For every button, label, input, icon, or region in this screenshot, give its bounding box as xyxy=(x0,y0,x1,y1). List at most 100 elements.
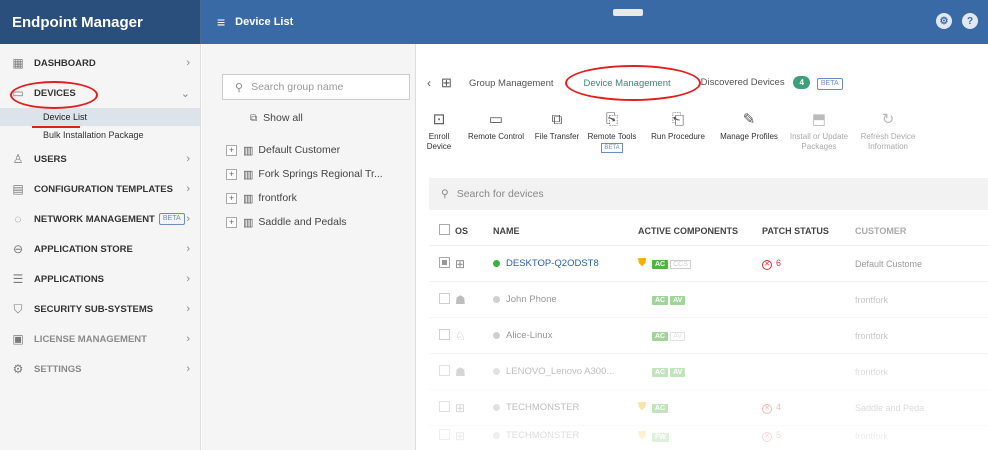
building-icon: ▥ xyxy=(243,216,254,229)
device-search-input[interactable]: ⚲ Search for devices xyxy=(429,178,988,210)
enroll-device-button[interactable]: ⊡ Enroll Device xyxy=(417,108,461,164)
row-checkbox[interactable] xyxy=(439,292,450,304)
group-item[interactable]: + ▥ Fork Springs Regional Tr... xyxy=(226,162,383,186)
tool-label: Install or Update xyxy=(789,132,849,141)
column-header-patch-status[interactable]: PATCH STATUS xyxy=(762,226,855,236)
tab-device-management[interactable]: Device Management xyxy=(584,78,671,89)
row-checkbox[interactable] xyxy=(439,328,450,340)
row-checkbox[interactable] xyxy=(439,256,450,268)
dashboard-icon: ▦ xyxy=(12,56,24,70)
tab-group-management[interactable]: Group Management xyxy=(469,78,554,89)
file-transfer-button[interactable]: ⧉ File Transfer xyxy=(531,108,583,164)
sidebar-item-settings[interactable]: ⚙ SETTINGS › xyxy=(0,354,200,384)
discovered-count-badge: 4 xyxy=(793,76,811,89)
component-badge-ac: AC xyxy=(652,368,669,377)
run-procedure-button[interactable]: ⎗ Run Procedure xyxy=(641,108,715,164)
column-header-active-components[interactable]: ACTIVE COMPONENTS xyxy=(638,226,762,236)
patch-count: 5 xyxy=(776,430,782,440)
refresh-device-information-button[interactable]: ↻ Refresh Device Information xyxy=(855,108,921,164)
sidebar-item-dashboard[interactable]: ▦ DASHBOARD › xyxy=(0,48,200,78)
group-search-input[interactable]: ⚲ Search group name xyxy=(222,74,410,100)
linux-icon: ♘ xyxy=(455,328,466,343)
row-checkbox[interactable] xyxy=(439,429,450,440)
sidebar-subitem-device-list[interactable]: Device List xyxy=(0,108,200,126)
main-content: ‹ ⊞ Group Management Device Management D… xyxy=(417,44,988,450)
patch-status[interactable]: ✕ 5 xyxy=(762,430,782,442)
customer-name: Saddle and Peda xyxy=(855,402,925,413)
device-name-link[interactable]: TECHMONSTER xyxy=(506,402,579,413)
device-name-link[interactable]: LENOVO_Lenovo A300... xyxy=(506,366,614,377)
column-header-os[interactable]: OS xyxy=(455,226,493,236)
device-name-link[interactable]: John Phone xyxy=(506,294,557,305)
tool-label: Refresh Device xyxy=(860,132,916,141)
group-label: Fork Springs Regional Tr... xyxy=(258,168,383,180)
sidebar-item-network-management[interactable]: ◌ NETWORK MANAGEMENT BETA › xyxy=(0,204,200,234)
group-label: Default Customer xyxy=(258,144,341,156)
sidebar-item-applications[interactable]: ☰ APPLICATIONS › xyxy=(0,264,200,294)
tab-discovered-devices[interactable]: Discovered Devices 4 BETA xyxy=(701,76,843,90)
table-row[interactable]: ♘ Alice-Linux AC AV frontfork xyxy=(429,318,988,354)
offline-status-icon xyxy=(493,432,500,440)
shield-warning-icon: ⛊ xyxy=(638,429,647,442)
column-header-customer[interactable]: CUSTOMER xyxy=(855,226,988,236)
patch-status[interactable]: ✕ 6 xyxy=(762,258,781,270)
device-search-placeholder: Search for devices xyxy=(456,188,544,200)
column-header-name[interactable]: NAME xyxy=(493,226,638,236)
sidebar-item-license-management[interactable]: ▣ LICENSE MANAGEMENT › xyxy=(0,324,200,354)
sidebar-item-label: LICENSE MANAGEMENT xyxy=(34,333,147,345)
group-item[interactable]: + ▥ frontfork xyxy=(226,186,383,210)
expand-icon[interactable]: + xyxy=(226,168,237,180)
sidebar-item-security-sub-systems[interactable]: ⛉ SECURITY SUB-SYSTEMS › xyxy=(0,294,200,324)
app-brand[interactable]: Endpoint Manager xyxy=(0,0,201,44)
tool-label: Enroll Device xyxy=(426,132,452,151)
table-row[interactable]: ☗ John Phone AC AV frontfork xyxy=(429,282,988,318)
manage-profiles-button[interactable]: ✎ Manage Profiles xyxy=(715,108,783,164)
hamburger-menu-icon[interactable]: ≡ xyxy=(217,14,225,30)
sidebar-subitem-bulk-installation[interactable]: Bulk Installation Package xyxy=(0,126,200,144)
remote-control-button[interactable]: ▭ Remote Control xyxy=(461,108,531,164)
install-update-packages-button[interactable]: ⬒ Install or Update Packages xyxy=(783,108,855,164)
row-checkbox[interactable] xyxy=(439,364,450,376)
gear-icon[interactable]: ⚙ xyxy=(936,13,952,29)
sidebar-item-devices[interactable]: ▭ DEVICES ⌄ xyxy=(0,78,200,108)
header-actions: ⚙ ? xyxy=(936,13,978,29)
refresh-icon: ↻ xyxy=(881,111,895,128)
table-row[interactable]: ⊞ TECHMONSTER ⛊ FW ✕ 5 frontfork xyxy=(429,426,988,446)
help-icon[interactable]: ? xyxy=(962,13,978,29)
device-name-link[interactable]: DESKTOP-Q2ODST8 xyxy=(506,258,599,269)
device-name-link[interactable]: TECHMONSTER xyxy=(506,430,579,441)
select-all-checkbox[interactable] xyxy=(439,224,450,235)
sidebar-item-label: DEVICES xyxy=(34,87,76,99)
top-bar: Endpoint Manager ≡ Device List ⚙ ? xyxy=(0,0,988,44)
table-row[interactable]: ⊞ TECHMONSTER ⛊ AC ✕ 4 Saddle and Peda xyxy=(429,390,988,426)
group-item[interactable]: + ▥ Saddle and Pedals xyxy=(226,210,383,234)
row-checkbox[interactable] xyxy=(439,400,450,412)
sidebar-item-label: SECURITY SUB-SYSTEMS xyxy=(34,303,154,315)
table-row[interactable]: ⊞ DESKTOP-Q2ODST8 ⛊ AC CCS ✕ 6 Default Cust… xyxy=(429,246,988,282)
tree-toggle-icon[interactable]: ⊞ xyxy=(441,75,455,91)
group-item[interactable]: + ▥ Default Customer xyxy=(226,138,383,162)
beta-badge: BETA xyxy=(601,143,623,153)
windows-icon: ⊞ xyxy=(455,256,466,271)
enroll-icon: ⊡ xyxy=(432,111,446,128)
show-all-groups[interactable]: ⧉ Show all xyxy=(250,112,303,124)
expand-icon[interactable]: + xyxy=(226,144,237,156)
patch-count: 4 xyxy=(776,401,782,412)
drag-handle[interactable] xyxy=(613,9,643,16)
tool-label-line2: Information xyxy=(867,142,909,151)
tool-label: Manage Profiles xyxy=(720,132,778,141)
sidebar-item-configuration-templates[interactable]: ▤ CONFIGURATION TEMPLATES › xyxy=(0,174,200,204)
expand-icon[interactable]: + xyxy=(226,192,237,204)
expand-icon[interactable]: + xyxy=(226,216,237,228)
tool-label-line2: Packages xyxy=(801,142,837,151)
error-circle-icon: ✕ xyxy=(762,259,772,270)
chevron-left-icon[interactable]: ‹ xyxy=(427,76,441,90)
device-name-link[interactable]: Alice-Linux xyxy=(506,330,552,341)
sidebar-item-users[interactable]: ♙ USERS › xyxy=(0,144,200,174)
remote-tools-button[interactable]: ⎘ Remote Tools BETA xyxy=(583,108,641,164)
chevron-right-icon: › xyxy=(186,243,190,255)
sidebar-item-label: CONFIGURATION TEMPLATES xyxy=(34,183,173,195)
sidebar-item-application-store[interactable]: ⊖ APPLICATION STORE › xyxy=(0,234,200,264)
table-row[interactable]: ☗ LENOVO_Lenovo A300... AC AV frontfork xyxy=(429,354,988,390)
patch-status[interactable]: ✕ 4 xyxy=(762,401,782,414)
